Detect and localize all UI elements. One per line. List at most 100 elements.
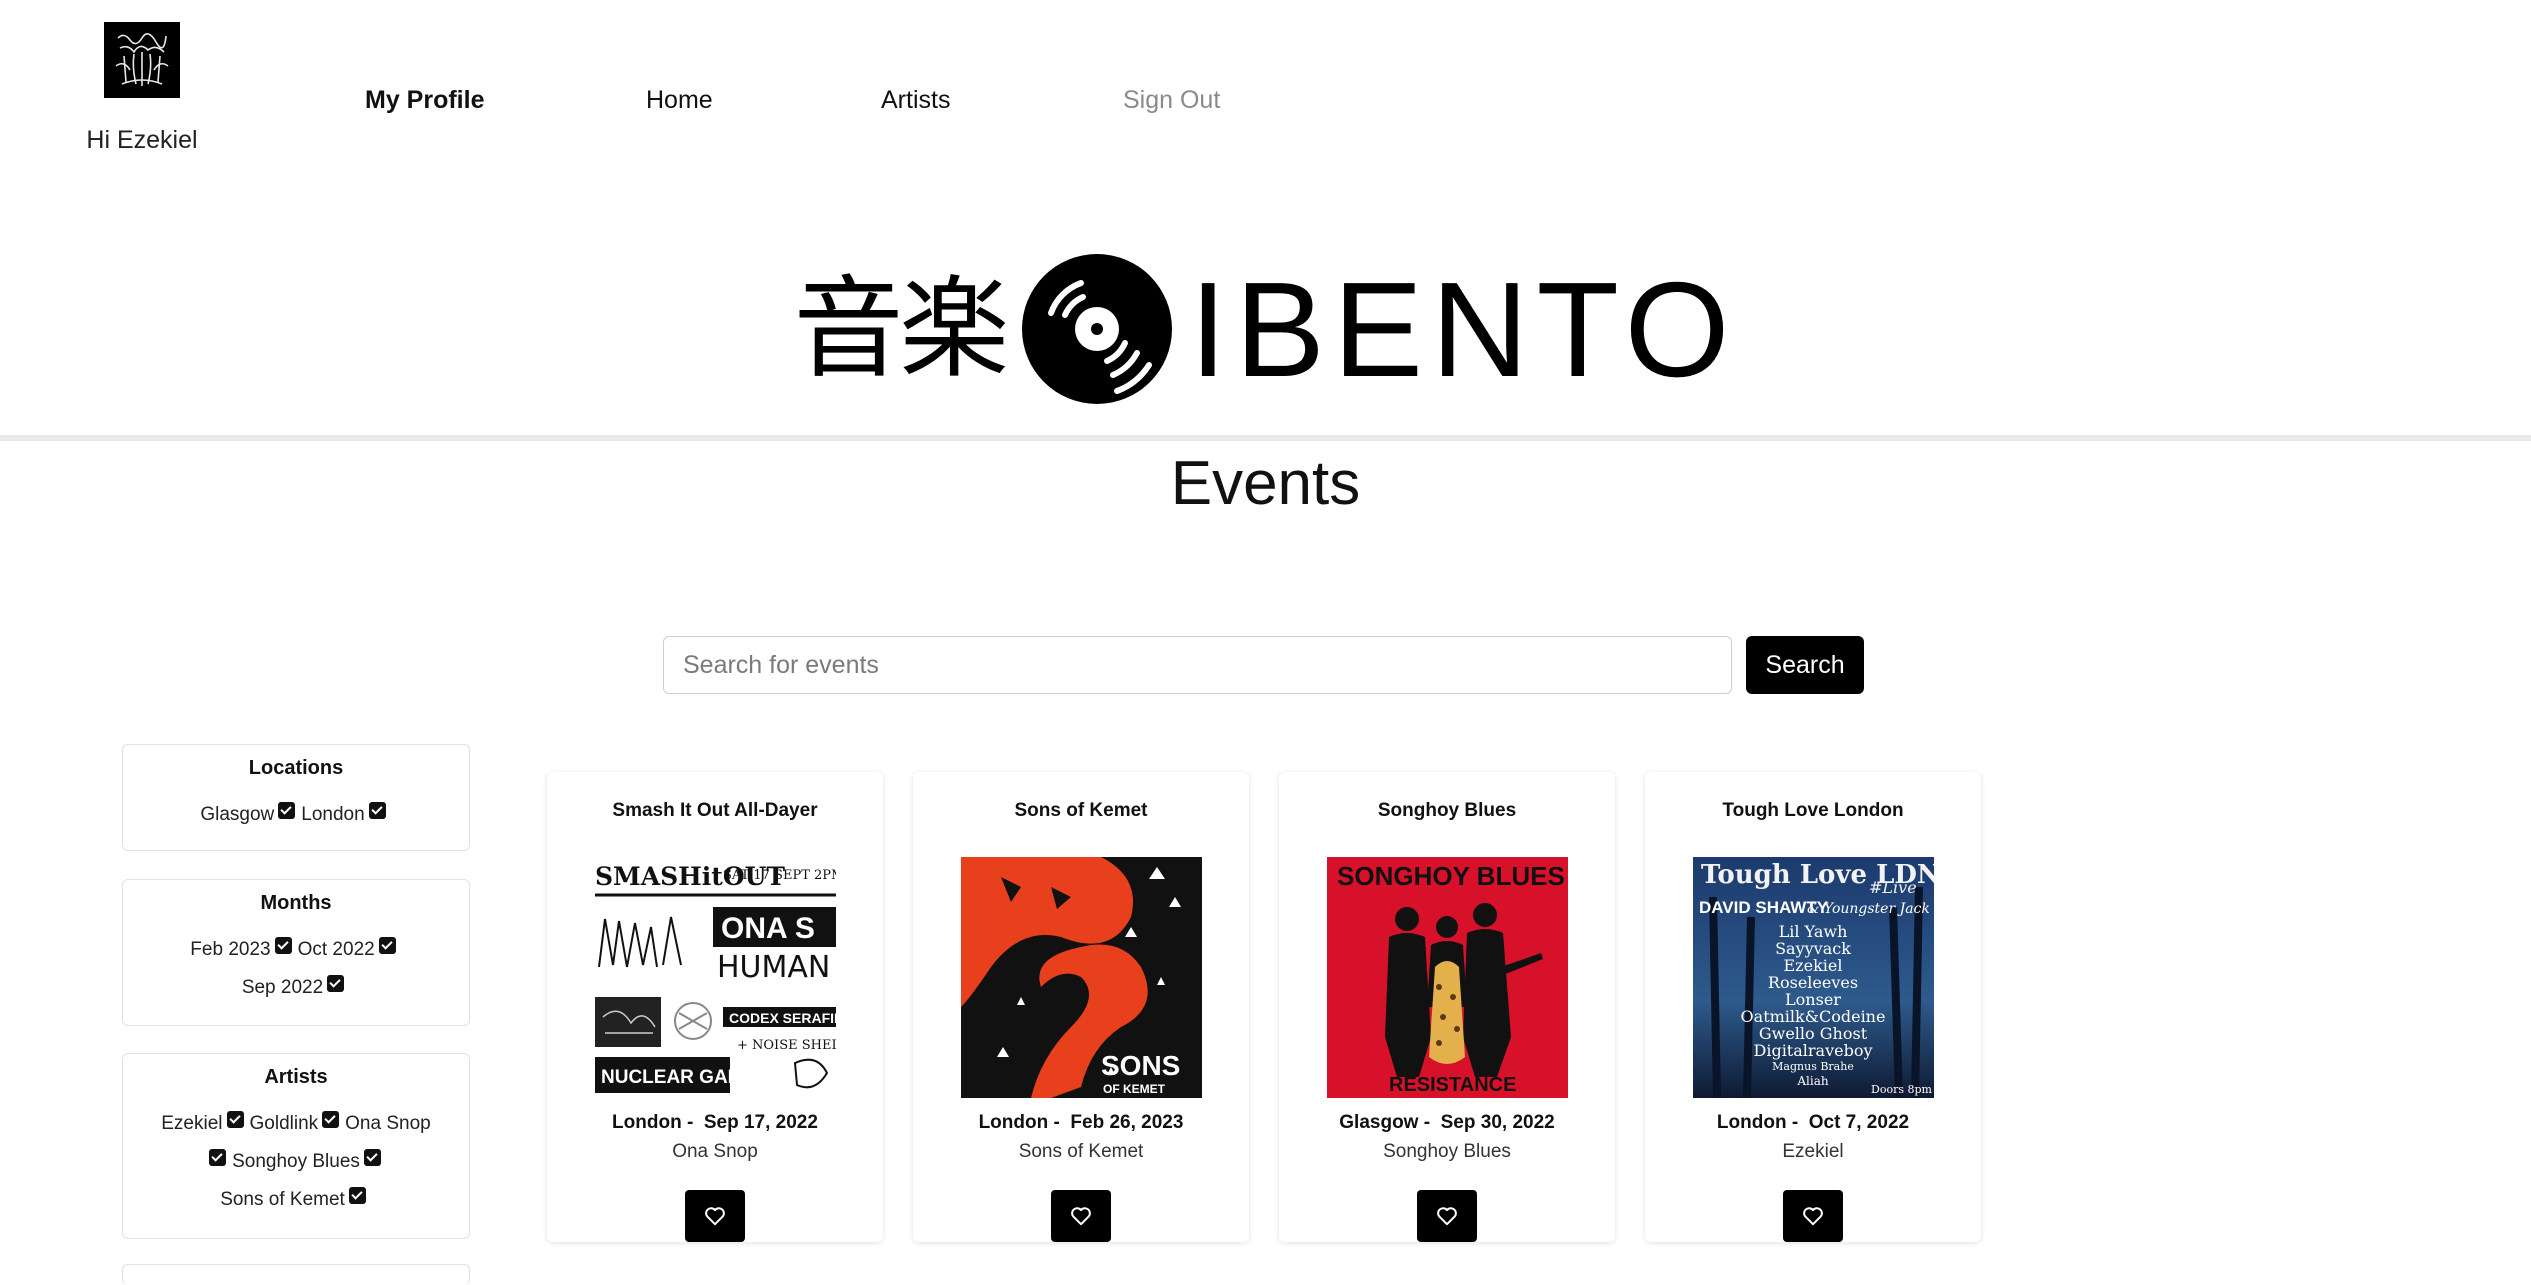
nav-sign-out[interactable]: Sign Out: [1123, 86, 1220, 115]
checkbox-oct-2022[interactable]: [378, 937, 396, 954]
heart-icon: [1437, 1207, 1457, 1226]
checkbox-ezekiel[interactable]: [226, 1111, 244, 1128]
site-logo: 音楽 IBENTO: [0, 244, 2531, 414]
poster-text: SONS: [1101, 1050, 1180, 1081]
page-title: Events: [1170, 449, 1361, 518]
nav-artists[interactable]: Artists: [881, 86, 950, 115]
poster-text: SONGHOY BLUES: [1337, 861, 1565, 891]
event-card[interactable]: Tough Love London Tough Love LDN #Live D…: [1645, 772, 1981, 1242]
heart-icon: [1071, 1207, 1091, 1226]
filter-option-label: Songhoy Blues: [232, 1151, 360, 1172]
poster-tough-love-london: Tough Love LDN #Live DAVID SHAWTY & Youn…: [1693, 857, 1934, 1098]
event-location-date: London - Oct 7, 2022: [1716, 1112, 1910, 1133]
event-artist: Ona Snop: [672, 1141, 758, 1162]
event-title: Songhoy Blues: [1377, 800, 1517, 821]
poster-text: OF KEMET: [1103, 1082, 1166, 1096]
event-card[interactable]: Smash It Out All-Dayer SMASHitOUT SAT 17…: [547, 772, 883, 1242]
event-location-date: London - Sep 17, 2022: [612, 1112, 818, 1133]
filter-artists: Artists Ezekiel Goldlink Ona Snop Songhoy …: [122, 1053, 470, 1239]
event-location: London: [978, 1112, 1049, 1133]
event-date: Sep 17, 2022: [703, 1112, 818, 1133]
lineup-item: Digitalraveboy: [1754, 1041, 1873, 1060]
filter-option-label: Glasgow: [200, 804, 275, 825]
event-date: Sep 30, 2022: [1440, 1112, 1555, 1133]
favorite-button[interactable]: [1783, 1190, 1843, 1242]
filter-option-label: Sep 2022: [241, 977, 324, 998]
nav-my-profile[interactable]: My Profile: [365, 86, 484, 115]
filter-option-label: London: [301, 804, 365, 825]
heart-icon: [705, 1207, 725, 1226]
poster-text: SAT 17 SEPT 2PM-LATE: [723, 868, 836, 883]
filter-option-label: Sons of Kemet: [220, 1189, 345, 1210]
event-poster-image: SMASHitOUT SAT 17 SEPT 2PM-LATE ONA S HU…: [595, 857, 836, 1098]
event-location: Glasgow: [1339, 1112, 1419, 1133]
event-location-date: Glasgow - Sep 30, 2022: [1339, 1112, 1555, 1133]
nav-home[interactable]: Home: [646, 86, 713, 115]
event-poster-image: SONGHOY BLUES RÉSISTANCE: [1327, 857, 1568, 1098]
event-card[interactable]: Songhoy Blues SONGHOY BLUES RÉSISTANCE G…: [1279, 772, 1615, 1242]
poster-sons-of-kemet: SONS OF KEMET: [961, 857, 1202, 1098]
search-input[interactable]: [663, 636, 1732, 694]
poster-text: Doors 8pm: [1871, 1083, 1933, 1096]
heart-icon: [1803, 1207, 1823, 1226]
search-button[interactable]: Search: [1746, 636, 1864, 694]
lineup-item: Aliah: [1796, 1074, 1828, 1088]
filter-items-locations: Glasgow London: [137, 796, 455, 834]
checkbox-feb-2023[interactable]: [274, 937, 292, 954]
event-date: Feb 26, 2023: [1070, 1112, 1184, 1133]
checkbox-ona-snop[interactable]: [209, 1149, 227, 1166]
event-artist: Songhoy Blues: [1383, 1141, 1511, 1162]
logo-brand: IBENTO: [1189, 253, 1738, 405]
event-card[interactable]: Sons of Kemet SONS OF KEMET London - Feb…: [913, 772, 1249, 1242]
filter-months: Months Feb 2023 Oct 2022 Sep 2022: [122, 879, 470, 1026]
checkbox-songhoy-blues[interactable]: [363, 1149, 381, 1166]
filter-items-artists: Ezekiel Goldlink Ona Snop Songhoy Blues So…: [137, 1105, 455, 1219]
poster-text: #Live: [1869, 878, 1917, 897]
event-title: Sons of Kemet: [1014, 800, 1148, 821]
event-location: London: [612, 1112, 682, 1133]
header-divider: [0, 435, 2531, 441]
vinyl-disc-icon: [1022, 254, 1173, 404]
filter-title-artists: Artists: [264, 1066, 328, 1088]
event-poster-image: SONS OF KEMET: [961, 857, 1202, 1098]
poster-text: RÉSISTANCE: [1389, 1073, 1516, 1096]
event-title: Tough Love London: [1722, 800, 1904, 821]
checkbox-goldlink[interactable]: [322, 1111, 340, 1128]
user-avatar[interactable]: [104, 22, 180, 98]
avatar-image: [104, 22, 180, 98]
favorite-button[interactable]: [1417, 1190, 1477, 1242]
event-artist: Ezekiel: [1782, 1141, 1844, 1162]
event-title: Smash It Out All-Dayer: [612, 800, 818, 821]
poster-songhoy-blues: SONGHOY BLUES RÉSISTANCE: [1327, 857, 1568, 1098]
poster-smash-it-out: SMASHitOUT SAT 17 SEPT 2PM-LATE ONA S HU…: [595, 857, 836, 1098]
event-poster-image: Tough Love LDN #Live DAVID SHAWTY & Youn…: [1693, 857, 1934, 1098]
favorite-button[interactable]: [1051, 1190, 1111, 1242]
filter-title-months: Months: [260, 892, 332, 914]
filter-locations: Locations Glasgow London: [122, 744, 470, 851]
poster-text: CODEX SERAFINI: [729, 1010, 836, 1026]
checkbox-glasgow[interactable]: [278, 802, 296, 819]
poster-text: & Youngster Jack: [1807, 901, 1930, 917]
favorite-button[interactable]: [685, 1190, 745, 1242]
checkbox-sep-2022[interactable]: [327, 975, 345, 992]
filter-box-next: [122, 1264, 470, 1285]
poster-text: + NOISE SHED: [737, 1038, 836, 1053]
filter-option-label: Feb 2023: [190, 939, 271, 960]
filter-option-label: Ezekiel: [161, 1113, 223, 1134]
filter-items-months: Feb 2023 Oct 2022 Sep 2022: [137, 931, 455, 1007]
checkbox-london[interactable]: [368, 802, 386, 819]
event-location: London: [1716, 1112, 1787, 1133]
filter-option-label: Ona Snop: [345, 1113, 431, 1134]
event-artist: Sons of Kemet: [1018, 1141, 1144, 1162]
lineup-item: Magnus Brahe: [1772, 1060, 1854, 1073]
user-greeting: Hi Ezekiel: [86, 126, 198, 154]
filter-title-locations: Locations: [248, 757, 344, 779]
event-date: Oct 7, 2022: [1808, 1112, 1910, 1133]
checkbox-sons-of-kemet[interactable]: [348, 1187, 366, 1204]
filter-option-label: Oct 2022: [297, 939, 375, 960]
poster-text: ONA S: [721, 912, 815, 945]
event-location-date: London - Feb 26, 2023: [978, 1112, 1184, 1133]
filter-option-label: Goldlink: [249, 1113, 319, 1134]
logo-kanji: 音楽: [793, 265, 1009, 393]
poster-text: HUMAN LI: [717, 950, 836, 985]
